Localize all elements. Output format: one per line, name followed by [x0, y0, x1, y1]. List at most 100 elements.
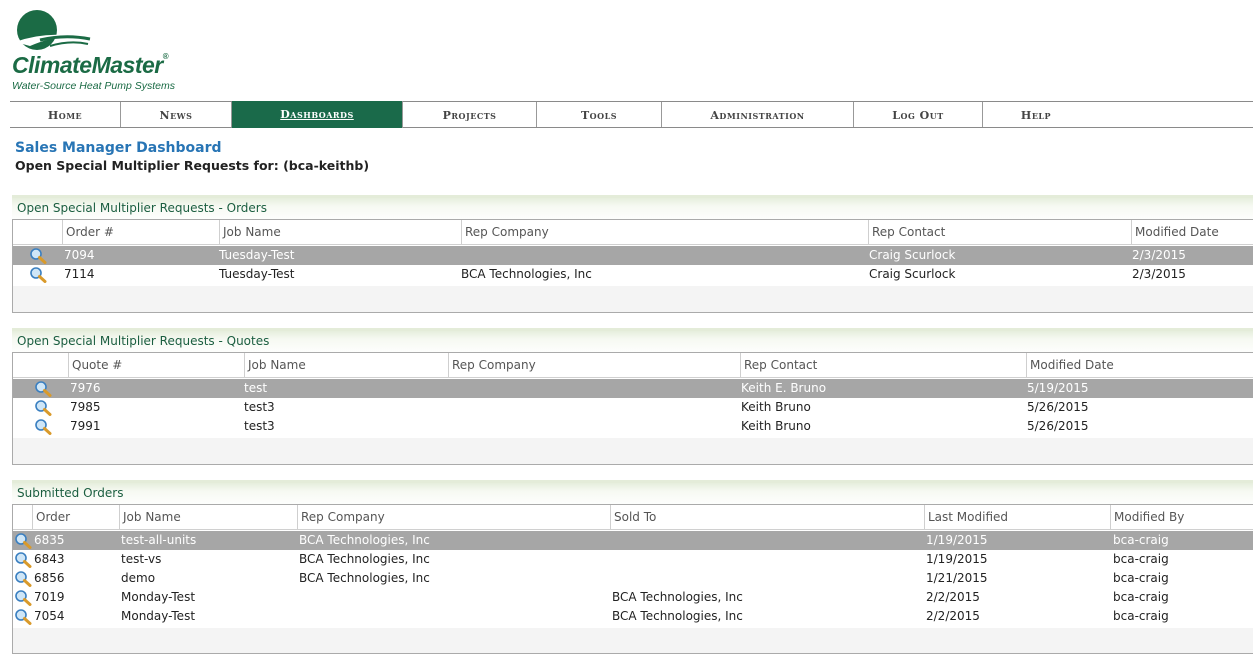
orders-grid-header: Order # Job Name Rep Company Rep Contact… — [13, 220, 1253, 245]
submitted-grid-header: Order Job Name Rep Company Sold To Last … — [13, 505, 1253, 530]
magnifier-icon[interactable] — [14, 589, 32, 606]
grid-footer — [13, 438, 1253, 464]
nav-home[interactable]: Home — [10, 102, 121, 127]
modified-by: bca-craig — [1113, 590, 1169, 604]
page-title: Sales Manager Dashboard — [15, 140, 222, 156]
job-name: demo — [121, 571, 156, 585]
col-job-name[interactable]: Job Name — [219, 220, 461, 244]
col-job-name[interactable]: Job Name — [119, 505, 297, 529]
job-name: test — [244, 381, 268, 395]
col-modified-date[interactable]: Modified Date — [1026, 353, 1253, 377]
table-row[interactable]: 7114 Tuesday-Test BCA Technologies, Inc … — [13, 265, 1253, 284]
table-row[interactable]: 7094 Tuesday-Test Craig Scurlock 2/3/201… — [13, 246, 1253, 265]
submitted-section-header: Submitted Orders — [12, 480, 1253, 504]
order-number: 6843 — [34, 552, 65, 566]
modified-by: bca-craig — [1113, 552, 1169, 566]
job-name: Tuesday-Test — [219, 267, 295, 281]
magnifier-icon[interactable] — [14, 608, 32, 625]
col-order-number[interactable]: Order # — [62, 220, 219, 244]
last-modified: 2/2/2015 — [926, 609, 980, 623]
magnifier-icon[interactable] — [14, 570, 32, 587]
rep-contact: Keith Bruno — [741, 400, 811, 414]
magnifier-icon[interactable] — [29, 247, 47, 264]
table-row[interactable]: 6856 demo BCA Technologies, Inc 1/21/201… — [13, 569, 1253, 588]
table-row[interactable]: 7991 test3 Keith Bruno 5/26/2015 — [13, 417, 1253, 436]
table-row[interactable]: 6835 test-all-units BCA Technologies, In… — [13, 531, 1253, 550]
brand-tagline: Water-Source Heat Pump Systems — [12, 80, 176, 92]
nav-dashboards[interactable]: Dashboards — [232, 101, 403, 128]
col-modified-by[interactable]: Modified By — [1110, 505, 1253, 529]
company-logo: ClimateMaster® Water-Source Heat Pump Sy… — [10, 8, 210, 93]
job-name: Monday-Test — [121, 590, 196, 604]
nav-news[interactable]: News — [121, 102, 232, 127]
col-rep-company[interactable]: Rep Company — [448, 353, 740, 377]
modified-by: bca-craig — [1113, 533, 1169, 547]
job-name: Monday-Test — [121, 609, 196, 623]
rep-company: BCA Technologies, Inc — [299, 552, 430, 566]
modified-by: bca-craig — [1113, 571, 1169, 585]
col-rep-company[interactable]: Rep Company — [461, 220, 868, 244]
table-row[interactable]: 7985 test3 Keith Bruno 5/26/2015 — [13, 398, 1253, 417]
table-row[interactable]: 7054 Monday-Test BCA Technologies, Inc 2… — [13, 607, 1253, 626]
brand-name: ClimateMaster® — [12, 52, 169, 78]
modified-date: 5/26/2015 — [1027, 400, 1089, 414]
submitted-orders-grid: Order Job Name Rep Company Sold To Last … — [12, 504, 1253, 654]
sold-to: BCA Technologies, Inc — [612, 609, 743, 623]
nav-log-out[interactable]: Log Out — [854, 102, 983, 127]
col-last-modified[interactable]: Last Modified — [924, 505, 1110, 529]
col-modified-date[interactable]: Modified Date — [1131, 220, 1253, 244]
col-rep-company[interactable]: Rep Company — [297, 505, 610, 529]
quotes-grid: Quote # Job Name Rep Company Rep Contact… — [12, 352, 1253, 465]
magnifier-icon[interactable] — [34, 380, 52, 397]
nav-help[interactable]: Help — [983, 102, 1089, 127]
job-name: Tuesday-Test — [219, 248, 295, 262]
job-name: test3 — [244, 419, 275, 433]
col-quote-number[interactable]: Quote # — [68, 353, 244, 377]
quote-number: 7976 — [70, 381, 101, 395]
order-number: 7094 — [64, 248, 95, 262]
nav-tools[interactable]: Tools — [537, 102, 662, 127]
rep-contact: Craig Scurlock — [869, 248, 956, 262]
grid-footer — [13, 286, 1253, 312]
table-row[interactable]: 6843 test-vs BCA Technologies, Inc 1/19/… — [13, 550, 1253, 569]
orders-section-header: Open Special Multiplier Requests - Order… — [12, 195, 1253, 219]
table-row[interactable]: 7019 Monday-Test BCA Technologies, Inc 2… — [13, 588, 1253, 607]
order-number: 7019 — [34, 590, 65, 604]
job-name: test-vs — [121, 552, 162, 566]
last-modified: 1/19/2015 — [926, 552, 988, 566]
quotes-section-title: Open Special Multiplier Requests - Quote… — [17, 334, 270, 348]
quote-number: 7985 — [70, 400, 101, 414]
magnifier-icon[interactable] — [14, 551, 32, 568]
sold-to: BCA Technologies, Inc — [612, 590, 743, 604]
modified-date: 2/3/2015 — [1132, 248, 1186, 262]
nav-administration[interactable]: Administration — [662, 102, 854, 127]
quote-number: 7991 — [70, 419, 101, 433]
rep-company: BCA Technologies, Inc — [299, 533, 430, 547]
rep-contact: Keith E. Bruno — [741, 381, 827, 395]
quotes-section-header: Open Special Multiplier Requests - Quote… — [12, 328, 1253, 352]
modified-date: 5/19/2015 — [1027, 381, 1089, 395]
col-order[interactable]: Order — [32, 505, 119, 529]
col-rep-contact[interactable]: Rep Contact — [868, 220, 1131, 244]
magnifier-icon[interactable] — [14, 532, 32, 549]
magnifier-icon[interactable] — [34, 418, 52, 435]
order-number: 7114 — [64, 267, 95, 281]
col-sold-to[interactable]: Sold To — [610, 505, 924, 529]
magnifier-icon[interactable] — [29, 266, 47, 283]
order-number: 6835 — [34, 533, 65, 547]
submitted-section-title: Submitted Orders — [17, 486, 124, 500]
last-modified: 2/2/2015 — [926, 590, 980, 604]
table-row[interactable]: 7976 test Keith E. Bruno 5/19/2015 — [13, 379, 1253, 398]
modified-date: 5/26/2015 — [1027, 419, 1089, 433]
modified-by: bca-craig — [1113, 609, 1169, 623]
nav-projects[interactable]: Projects — [403, 102, 537, 127]
col-job-name[interactable]: Job Name — [244, 353, 448, 377]
col-rep-contact[interactable]: Rep Contact — [740, 353, 1026, 377]
modified-date: 2/3/2015 — [1132, 267, 1186, 281]
last-modified: 1/21/2015 — [926, 571, 988, 585]
magnifier-icon[interactable] — [34, 399, 52, 416]
logo-globe-icon — [15, 10, 91, 50]
order-number: 6856 — [34, 571, 65, 585]
rep-contact: Craig Scurlock — [869, 267, 956, 281]
rep-contact: Keith Bruno — [741, 419, 811, 433]
